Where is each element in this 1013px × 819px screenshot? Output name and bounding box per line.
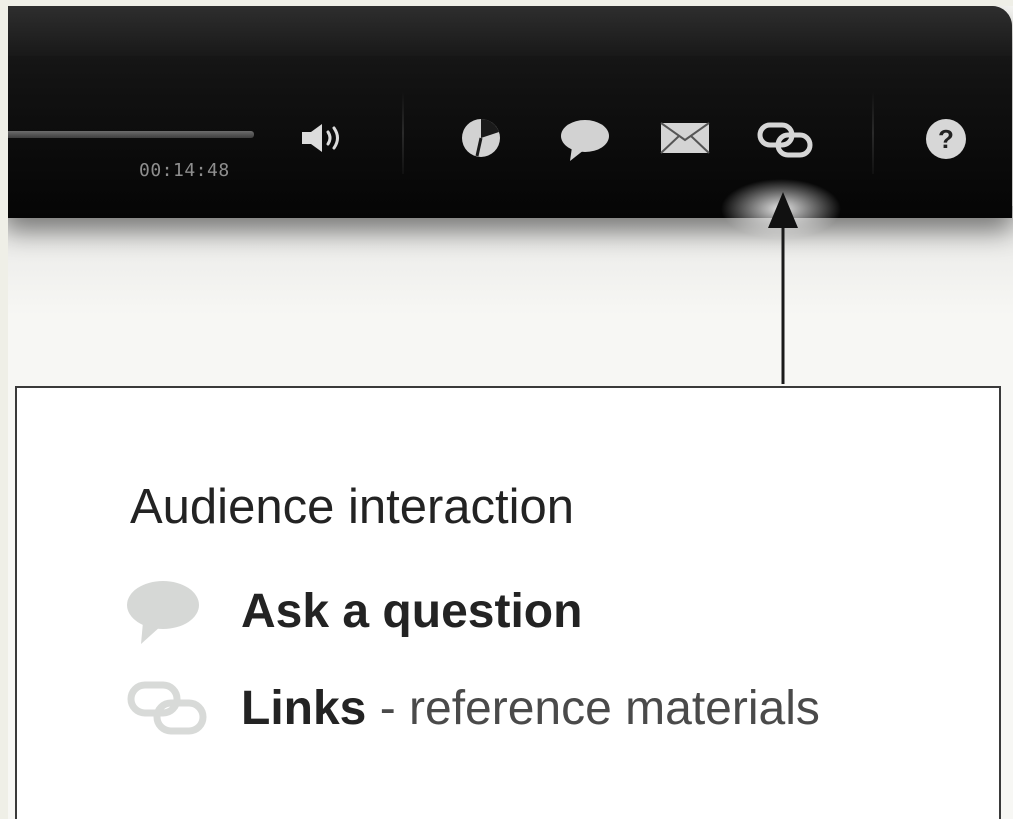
speech-bubble-icon	[127, 581, 199, 644]
list-item: Ask a question	[17, 576, 917, 646]
page: 00:14:48 ? Audience interaction Ask a qu…	[8, 6, 1013, 819]
callout-title: Audience interaction	[130, 480, 575, 534]
list-item: Links - reference materials	[17, 673, 997, 743]
links-description: - reference materials	[366, 682, 820, 735]
links-label: Links	[241, 682, 367, 735]
ask-question-label: Ask a question	[241, 585, 583, 638]
list-item-label: Links - reference materials	[241, 681, 820, 736]
chain-link-icon	[127, 681, 207, 735]
callout-arrow	[721, 179, 841, 384]
callout-box: Audience interaction Ask a question Link…	[15, 386, 1001, 819]
list-item-label: Ask a question	[241, 584, 582, 639]
